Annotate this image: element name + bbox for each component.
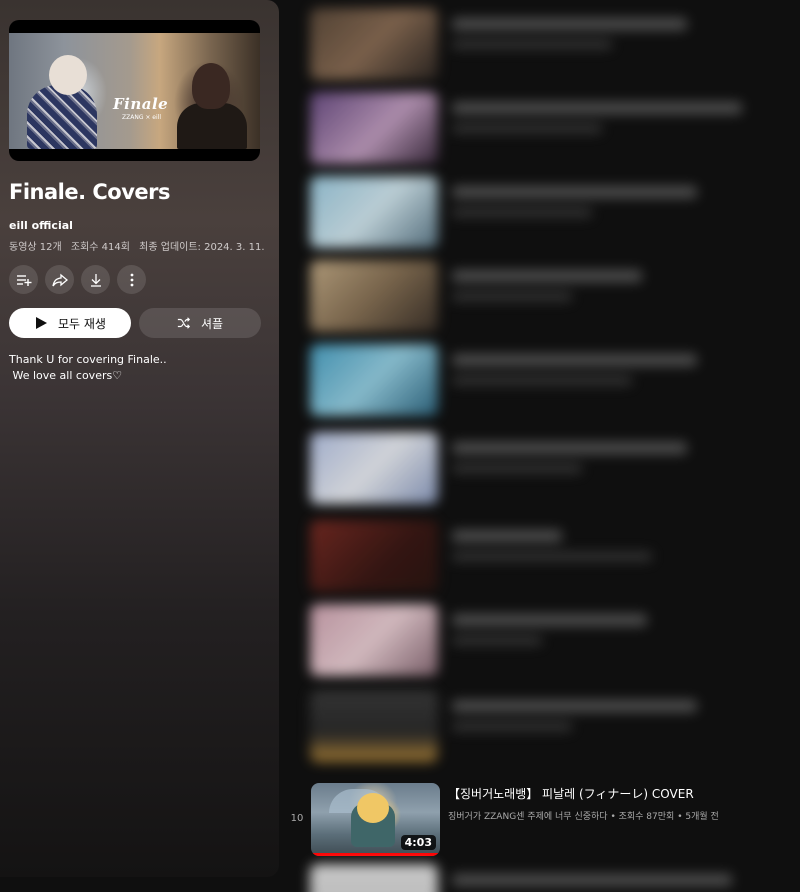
thumbnail-image — [357, 793, 389, 823]
video-thumbnail — [310, 8, 438, 80]
thumbnail-image: Finale ZZANG × eill — [9, 33, 260, 149]
video-thumbnail — [310, 344, 438, 416]
list-item[interactable] — [300, 864, 755, 892]
thumbnail-figure — [177, 103, 247, 149]
playlist-header-panel: Finale ZZANG × eill Finale. Covers eill … — [0, 0, 279, 877]
list-item[interactable] — [300, 520, 755, 598]
video-count: 동영상 12개 — [9, 242, 62, 253]
separator-dot: • — [610, 812, 619, 822]
view-count: 조회수 414회 — [70, 242, 130, 253]
more-vert-icon — [130, 273, 133, 286]
shuffle-button[interactable]: 셔플 — [139, 308, 261, 338]
thumbnail-logo-text: Finale — [113, 95, 169, 113]
video-thumbnail[interactable]: 4:03 — [311, 783, 440, 856]
list-item[interactable] — [300, 92, 755, 170]
video-title[interactable]: 【징버거노래뱅】 피날레 (フィナーレ) COVER — [448, 785, 694, 802]
video-metadata: 징버거가 ZZANG센 주제에 너무 신중하다 • 조회수 87만회 • 5개월… — [448, 809, 719, 822]
playlist-thumbnail[interactable]: Finale ZZANG × eill — [9, 20, 260, 161]
share-button[interactable] — [45, 265, 74, 294]
playlist-description: Thank U for covering Finale.. We love al… — [9, 353, 167, 382]
list-item[interactable] — [300, 260, 755, 338]
playback-buttons: 모두 재생 셔플 — [9, 308, 261, 338]
video-thumbnail — [310, 864, 438, 892]
list-item[interactable] — [300, 604, 755, 682]
list-item[interactable] — [300, 176, 755, 254]
list-item[interactable] — [300, 432, 755, 510]
video-thumbnail — [310, 432, 438, 504]
save-to-playlist-button[interactable] — [9, 265, 38, 294]
video-thumbnail — [310, 520, 438, 592]
play-icon — [36, 317, 47, 329]
video-thumbnail — [310, 260, 438, 332]
video-thumbnail — [310, 92, 438, 164]
download-icon — [90, 273, 101, 287]
thumbnail-figure — [49, 55, 87, 95]
video-channel[interactable]: 징버거가 ZZANG센 주제에 너무 신중하다 — [448, 812, 608, 822]
playlist-title: Finale. Covers — [9, 180, 171, 204]
download-button[interactable] — [81, 265, 110, 294]
playlist-stats: 동영상 12개 조회수 414회 최종 업데이트: 2024. 3. 11. — [9, 238, 265, 253]
video-thumbnail — [310, 176, 438, 248]
play-all-button[interactable]: 모두 재생 — [9, 308, 131, 338]
watch-progress-bar — [311, 853, 440, 856]
list-item[interactable] — [300, 344, 755, 422]
video-duration: 4:03 — [400, 835, 436, 850]
last-updated: 최종 업데이트: 2024. 3. 11. — [139, 242, 265, 253]
play-all-label: 모두 재생 — [58, 316, 106, 331]
video-age: 5개월 전 — [685, 812, 719, 822]
thumbnail-figure — [27, 85, 97, 149]
more-options-button[interactable] — [117, 265, 146, 294]
video-thumbnail — [310, 690, 438, 762]
playlist-owner[interactable]: eill official — [9, 219, 261, 232]
shuffle-icon — [177, 317, 191, 329]
thumbnail-subtitle: ZZANG × eill — [122, 114, 161, 121]
list-item[interactable]: 10 4:03 【징버거노래뱅】 피날레 (フィナーレ) COVER 징버거가 … — [286, 780, 800, 860]
video-views: 조회수 87만회 — [618, 812, 675, 822]
thumbnail-figure — [192, 63, 230, 109]
share-icon — [51, 273, 68, 286]
video-thumbnail — [310, 604, 438, 676]
playlist-actions — [9, 265, 261, 294]
shuffle-label: 셔플 — [200, 316, 224, 331]
list-item[interactable] — [300, 690, 755, 768]
list-item[interactable] — [300, 8, 755, 86]
playlist-add-icon — [16, 274, 31, 286]
video-index: 10 — [290, 813, 304, 824]
